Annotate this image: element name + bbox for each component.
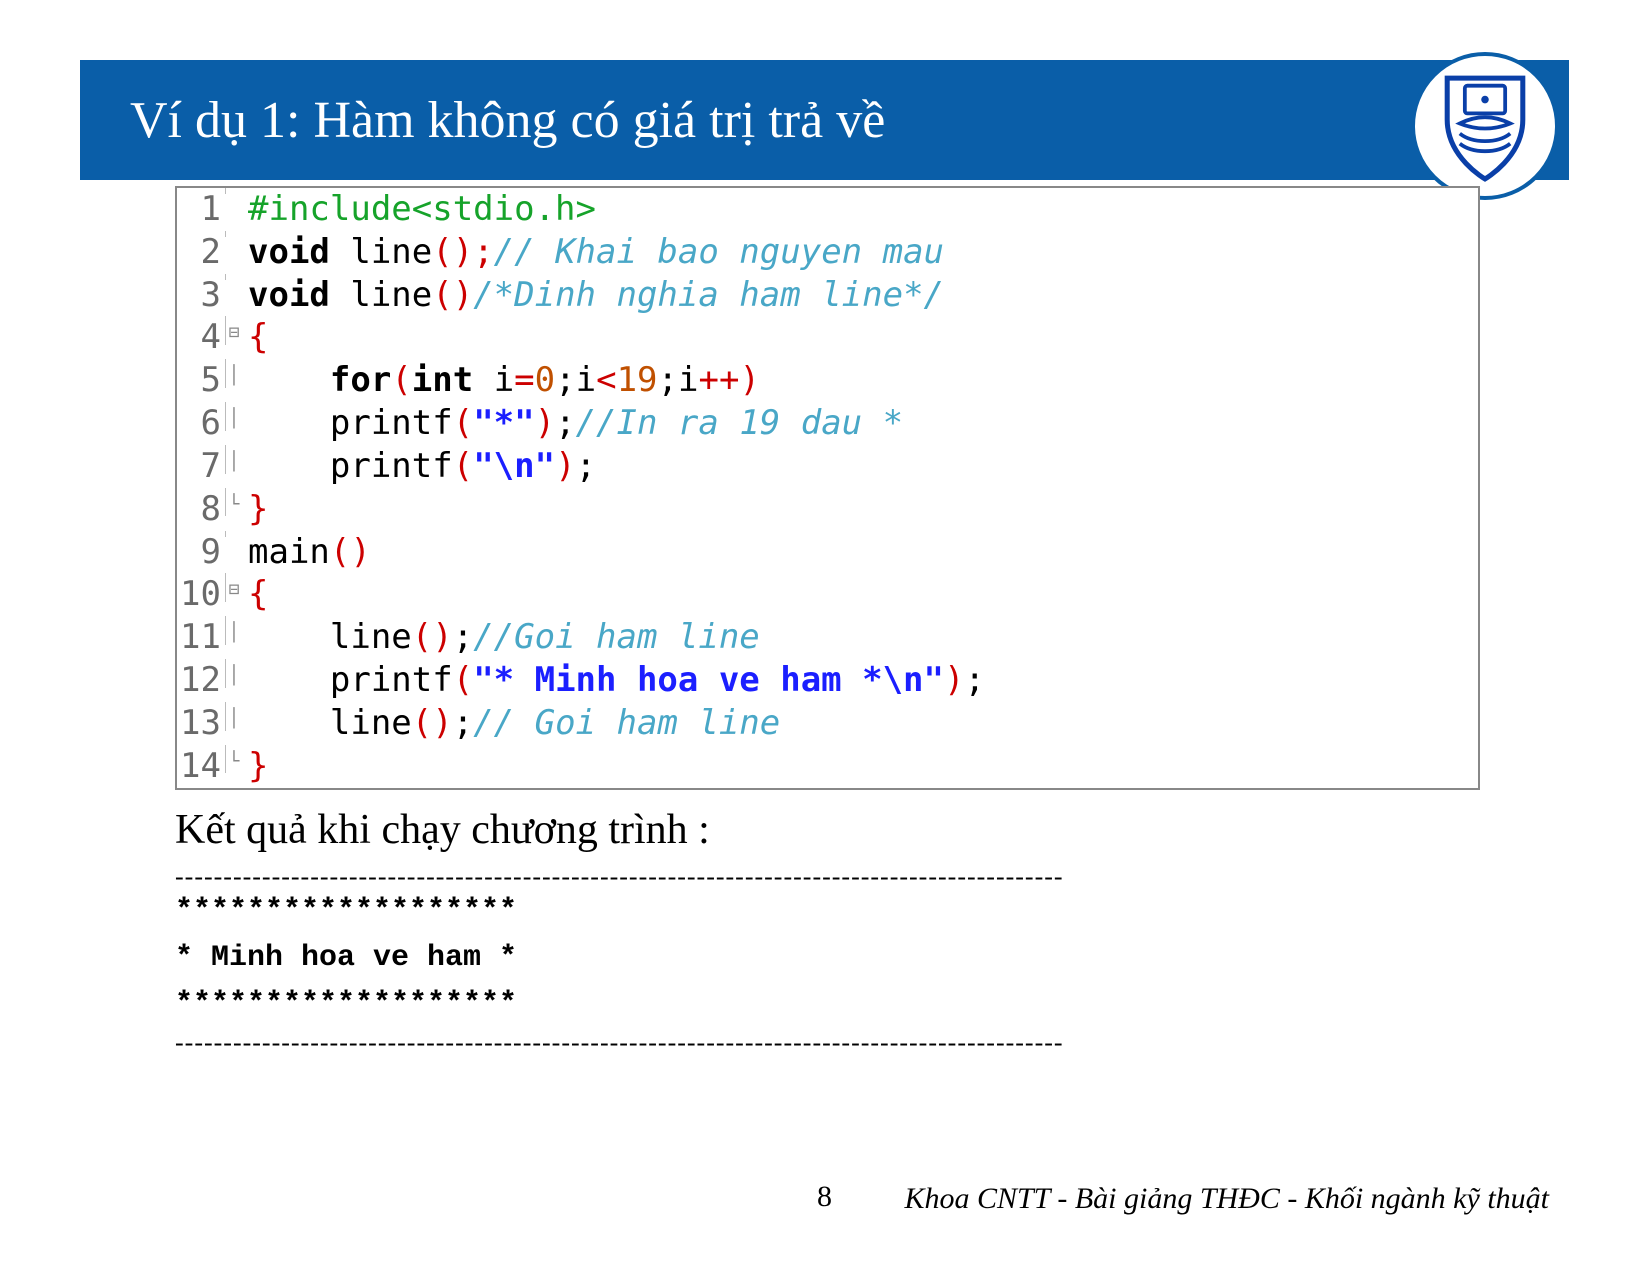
code-line: 6│ printf("*");//In ra 19 dau * — [177, 402, 1478, 445]
code-line: 3 void line()/*Dinh nghia ham line*/ — [177, 274, 1478, 317]
fold-gutter-icon: │ — [225, 445, 242, 474]
code-line: 4⊟{ — [177, 316, 1478, 359]
fold-gutter-icon: │ — [225, 702, 242, 731]
code-text: line();// Goi ham line — [242, 702, 780, 745]
fold-gutter-icon — [225, 231, 242, 237]
result-heading: Kết quả khi chạy chương trình : — [175, 806, 710, 854]
code-text: for(int i=0;i<19;i++) — [242, 359, 760, 402]
code-text: void line()/*Dinh nghia ham line*/ — [242, 274, 944, 317]
fold-gutter-icon: │ — [225, 659, 242, 688]
line-number: 6 — [177, 402, 225, 445]
fold-gutter-icon: │ — [225, 359, 242, 388]
code-line: 12│ printf("* Minh hoa ve ham *\n"); — [177, 659, 1478, 702]
code-text: } — [242, 745, 268, 788]
line-number: 11 — [177, 616, 225, 659]
program-output: ******************* * Minh hoa ve ham * … — [175, 888, 517, 1028]
code-text: printf("*");//In ra 19 dau * — [242, 402, 903, 445]
university-logo — [1411, 52, 1559, 200]
line-number: 9 — [177, 531, 225, 574]
line-number: 2 — [177, 231, 225, 274]
dash-separator-bottom: ----------------------------------------… — [175, 1028, 1480, 1058]
fold-gutter-icon: └ — [225, 488, 242, 517]
line-number: 7 — [177, 445, 225, 488]
shield-logo-icon — [1422, 63, 1548, 189]
code-text: line();//Goi ham line — [242, 616, 760, 659]
line-number: 14 — [177, 745, 225, 788]
code-text: { — [242, 573, 268, 616]
line-number: 3 — [177, 274, 225, 317]
code-text: { — [242, 316, 268, 359]
line-number: 10 — [177, 573, 225, 616]
code-text: } — [242, 488, 268, 531]
code-block: 1 #include<stdio.h> 2 void line();// Khai b… — [175, 186, 1480, 790]
fold-gutter-icon: │ — [225, 402, 242, 431]
slide-title: Ví dụ 1: Hàm không có giá trị trả về — [130, 91, 885, 150]
line-number: 12 — [177, 659, 225, 702]
code-line: 7│ printf("\n"); — [177, 445, 1478, 488]
line-number: 8 — [177, 488, 225, 531]
line-number: 1 — [177, 188, 225, 231]
code-line: 14└} — [177, 745, 1478, 788]
code-line: 11│ line();//Goi ham line — [177, 616, 1478, 659]
code-line: 2 void line();// Khai bao nguyen mau — [177, 231, 1478, 274]
fold-gutter-icon: ⊟ — [225, 316, 242, 345]
code-text: #include<stdio.h> — [242, 188, 596, 231]
fold-gutter-icon: └ — [225, 745, 242, 774]
footer-text: Khoa CNTT - Bài giảng THĐC - Khối ngành … — [904, 1182, 1549, 1216]
code-line: 10⊟{ — [177, 573, 1478, 616]
code-line: 5│ for(int i=0;i<19;i++) — [177, 359, 1478, 402]
line-number: 13 — [177, 702, 225, 745]
code-line: 13│ line();// Goi ham line — [177, 702, 1478, 745]
fold-gutter-icon — [225, 274, 242, 280]
code-line: 8└} — [177, 488, 1478, 531]
code-text: printf("* Minh hoa ve ham *\n"); — [242, 659, 985, 702]
slide: Ví dụ 1: Hàm không có giá trị trả về 1 #i… — [0, 0, 1649, 1274]
code-text: printf("\n"); — [242, 445, 596, 488]
fold-gutter-icon: ⊟ — [225, 573, 242, 602]
code-text: main() — [242, 531, 371, 574]
fold-gutter-icon — [225, 531, 242, 537]
header-bar: Ví dụ 1: Hàm không có giá trị trả về — [80, 60, 1569, 180]
code-line: 9 main() — [177, 531, 1478, 574]
line-number: 5 — [177, 359, 225, 402]
line-number: 4 — [177, 316, 225, 359]
fold-gutter-icon — [225, 188, 242, 194]
code-text: void line();// Khai bao nguyen mau — [242, 231, 944, 274]
fold-gutter-icon: │ — [225, 616, 242, 645]
code-line: 1 #include<stdio.h> — [177, 188, 1478, 231]
